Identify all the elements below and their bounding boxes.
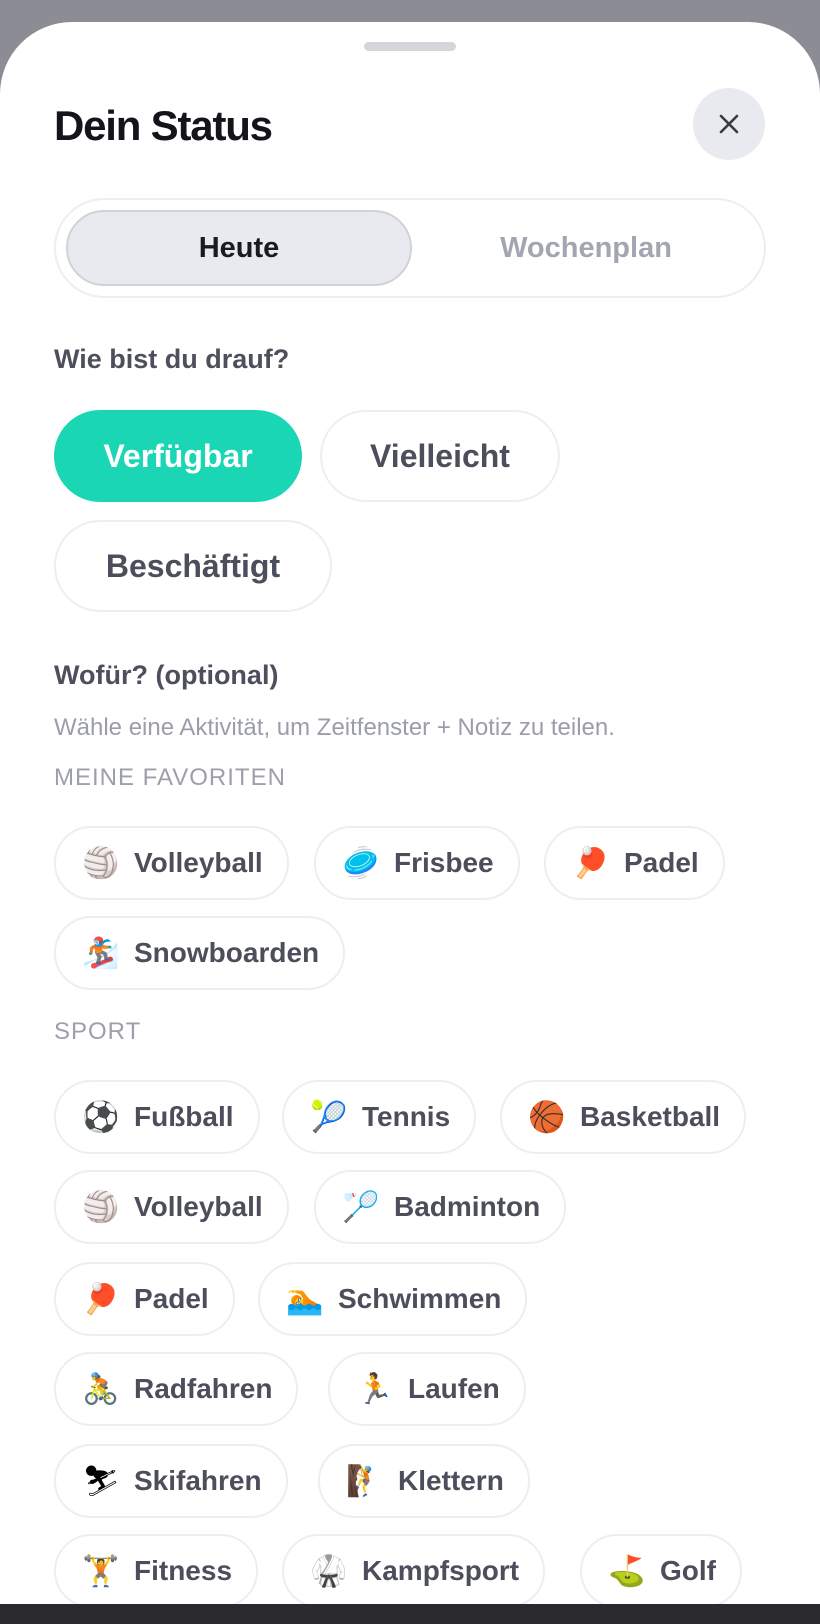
soccer-ball-icon: ⚽ — [82, 1099, 120, 1135]
chip-tennis[interactable]: 🎾 Tennis — [282, 1080, 477, 1154]
chip-label: Padel — [624, 847, 699, 878]
day-tabs: Heute Wochenplan — [54, 198, 766, 298]
chip-label: Kampfsport — [362, 1555, 520, 1586]
favorites-caption: MEINE FAVORITEN — [54, 764, 286, 791]
tennis-icon: 🎾 — [310, 1099, 348, 1135]
chip-padel[interactable]: 🏓 Padel — [54, 1262, 235, 1336]
chip-label: Schwimmen — [338, 1283, 502, 1314]
sheet-grabber[interactable] — [364, 42, 456, 51]
activity-question: Wofür? (optional) — [54, 660, 279, 690]
mood-available-button[interactable]: Verfügbar — [54, 410, 302, 502]
chip-label: Tennis — [362, 1101, 451, 1132]
golf-flag-icon: ⛳ — [608, 1553, 646, 1589]
status-sheet: Dein Status Heute Wochenplan Wie bist du… — [0, 22, 820, 1604]
padel-icon: 🏓 — [82, 1281, 120, 1317]
mood-busy-button[interactable]: Beschäftigt — [54, 520, 332, 612]
chip-radfahren[interactable]: 🚴 Radfahren — [54, 1352, 299, 1426]
badminton-icon: 🏸 — [342, 1189, 380, 1225]
chip-label: Frisbee — [394, 847, 494, 878]
skier-icon: ⛷ — [81, 1463, 121, 1499]
basketball-icon: 🏀 — [528, 1099, 566, 1135]
close-button[interactable] — [693, 88, 765, 160]
runner-icon: 🏃 — [356, 1371, 394, 1407]
chip-label: Badminton — [394, 1191, 541, 1222]
weightlifter-icon: 🏋 — [82, 1553, 120, 1589]
martial-arts-icon: 🥋 — [310, 1553, 348, 1589]
chip-skifahren[interactable]: ⛷ Skifahren — [54, 1444, 288, 1518]
chip-label: Laufen — [408, 1373, 500, 1404]
chip-fussball[interactable]: ⚽ Fußball — [54, 1080, 260, 1154]
chip-label: Snowboarden — [134, 937, 320, 968]
chip-label: Fitness — [134, 1555, 233, 1586]
chip-label: Golf — [660, 1555, 716, 1586]
chip-fav-volleyball[interactable]: 🏐 Volleyball — [54, 826, 289, 900]
volleyball-icon: 🏐 — [82, 845, 120, 881]
chip-laufen[interactable]: 🏃 Laufen — [328, 1352, 526, 1426]
tab-heute[interactable]: Heute — [66, 210, 412, 286]
chip-label: Fußball — [134, 1101, 234, 1132]
page-title: Dein Status — [54, 102, 273, 149]
chip-label: Basketball — [580, 1101, 721, 1132]
chip-kampfsport[interactable]: 🥋 Kampfsport — [282, 1534, 546, 1604]
climber-icon: 🧗 — [346, 1463, 384, 1499]
chip-fav-frisbee[interactable]: 🥏 Frisbee — [314, 826, 520, 900]
chip-label: Skifahren — [134, 1465, 262, 1496]
close-icon — [719, 114, 739, 134]
chip-label: Volleyball — [134, 847, 263, 878]
chip-label: Padel — [134, 1283, 209, 1314]
activity-hint: Wähle eine Aktivität, um Zeitfenster + N… — [54, 714, 615, 741]
swimmer-icon: 🏊 — [286, 1281, 324, 1317]
chip-basketball[interactable]: 🏀 Basketball — [500, 1080, 747, 1154]
chip-schwimmen[interactable]: 🏊 Schwimmen — [258, 1262, 528, 1336]
mood-maybe-button[interactable]: Vielleicht — [320, 410, 560, 502]
mood-question: Wie bist du drauf? — [54, 344, 290, 374]
tab-wochenplan[interactable]: Wochenplan — [416, 210, 756, 286]
chip-fav-padel[interactable]: 🏓 Padel — [544, 826, 725, 900]
snowboard-icon: 🏂 — [82, 935, 120, 971]
system-bottom-bar — [0, 1604, 820, 1624]
cyclist-icon: 🚴 — [82, 1371, 120, 1407]
chip-golf[interactable]: ⛳ Golf — [580, 1534, 742, 1604]
padel-icon: 🏓 — [572, 845, 610, 881]
chip-fitness[interactable]: 🏋 Fitness — [54, 1534, 259, 1604]
volleyball-icon: 🏐 — [82, 1189, 120, 1225]
sport-caption: SPORT — [54, 1018, 142, 1045]
chip-klettern[interactable]: 🧗 Klettern — [318, 1444, 530, 1518]
chip-fav-snowboarden[interactable]: 🏂 Snowboarden — [54, 916, 346, 990]
chip-label: Klettern — [398, 1465, 504, 1496]
frisbee-icon: 🥏 — [342, 845, 380, 881]
chip-volleyball[interactable]: 🏐 Volleyball — [54, 1170, 289, 1244]
chip-label: Volleyball — [134, 1191, 263, 1222]
chip-badminton[interactable]: 🏸 Badminton — [314, 1170, 567, 1244]
chip-label: Radfahren — [134, 1373, 273, 1404]
